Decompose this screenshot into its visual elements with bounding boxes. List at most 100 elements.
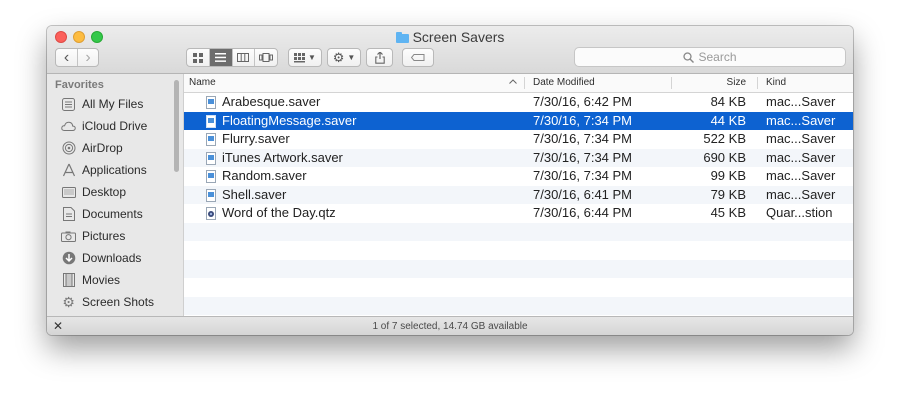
file-name: Flurry.saver (222, 131, 290, 146)
column-header-kind[interactable]: Kind (766, 74, 786, 92)
sidebar-item-label: Screen Shots (82, 295, 155, 309)
sidebar: Favorites All My Files iCloud Drive AirD… (47, 74, 184, 316)
file-kind: mac...Saver (766, 186, 836, 202)
file-kind: mac...Saver (766, 131, 836, 146)
column-divider[interactable] (524, 77, 525, 89)
share-button[interactable] (366, 48, 393, 67)
sidebar-item-label: iCloud Drive (82, 119, 148, 133)
file-rows: Arabesque.saver 7/30/16, 6:42 PM 84 KB m… (184, 93, 853, 315)
sidebar-item-applications[interactable]: Applications (61, 160, 179, 180)
action-button[interactable]: ⚙ ▼ (327, 48, 361, 67)
gear-icon: ⚙ (332, 49, 345, 65)
sidebar-item-movies[interactable]: Movies (61, 270, 179, 290)
film-icon (61, 273, 76, 288)
view-mode-control (186, 48, 278, 67)
file-date-modified: 7/30/16, 7:34 PM (533, 131, 633, 146)
sidebar-item-icloud-drive[interactable]: iCloud Drive (61, 116, 179, 136)
search-field[interactable]: Search (574, 47, 846, 67)
column-view-icon (237, 53, 250, 62)
file-name: Random.saver (222, 168, 307, 183)
chevron-down-icon: ▼ (347, 53, 356, 62)
search-placeholder: Search (698, 50, 737, 64)
file-size: 84 KB (710, 94, 746, 109)
file-kind: mac...Saver (766, 168, 836, 183)
desktop-icon (61, 185, 76, 200)
list-view-button[interactable] (208, 49, 232, 66)
applications-icon (61, 163, 76, 178)
sidebar-item-airdrop[interactable]: AirDrop (61, 138, 179, 158)
window-title: Screen Savers (47, 28, 853, 46)
column-header-name[interactable]: Name (189, 74, 519, 92)
back-button[interactable]: ‹ (56, 49, 77, 66)
sidebar-item-downloads[interactable]: Downloads (61, 248, 179, 268)
saver-file-icon (206, 96, 216, 109)
file-row[interactable]: Word of the Day.qtz 7/30/16, 6:44 PM 45 … (184, 204, 853, 223)
file-name: Word of the Day.qtz (222, 205, 336, 220)
empty-row (184, 296, 853, 315)
empty-row (184, 222, 853, 241)
file-row[interactable]: Arabesque.saver 7/30/16, 6:42 PM 84 KB m… (184, 93, 853, 112)
sidebar-item-screen-shots[interactable]: ⚙ Screen Shots (61, 292, 179, 312)
sidebar-item-label: Movies (82, 273, 121, 287)
tag-icon (411, 54, 425, 61)
empty-row (184, 259, 853, 278)
file-row[interactable]: Shell.saver 7/30/16, 6:41 PM 79 KB mac..… (184, 185, 853, 204)
folder-icon (395, 32, 409, 43)
file-name: Arabesque.saver (222, 94, 321, 109)
column-divider[interactable] (671, 77, 672, 89)
sidebar-item-desktop[interactable]: Desktop (61, 182, 179, 202)
sidebar-scrollbar[interactable] (174, 80, 179, 172)
all-files-icon (61, 97, 76, 112)
chevron-left-icon: ‹ (63, 48, 70, 66)
file-row[interactable]: Flurry.saver 7/30/16, 7:34 PM 522 KB mac… (184, 130, 853, 149)
title-bar: Screen Savers ‹ › ▼ ⚙ ▼ Search (47, 26, 853, 74)
window-title-text: Screen Savers (412, 29, 505, 45)
camera-icon (61, 229, 76, 244)
arrange-button[interactable]: ▼ (288, 48, 322, 67)
sidebar-item-pictures[interactable]: Pictures (61, 226, 179, 246)
column-header-row: Name Date Modified Size Kind (184, 74, 853, 93)
file-kind: mac...Saver (766, 149, 836, 165)
file-name: Shell.saver (222, 186, 287, 202)
file-name: iTunes Artwork.saver (222, 149, 343, 165)
list-view-icon (215, 53, 227, 62)
file-row-selected[interactable]: FloatingMessage.saver 7/30/16, 7:34 PM 4… (184, 111, 853, 130)
icon-view-button[interactable] (187, 49, 209, 66)
cover-flow-view-button[interactable] (254, 49, 277, 66)
file-row[interactable]: Random.saver 7/30/16, 7:34 PM 99 KB mac.… (184, 167, 853, 186)
sidebar-item-label: Applications (82, 163, 147, 177)
file-date-modified: 7/30/16, 6:42 PM (533, 94, 633, 109)
file-list: Name Date Modified Size Kind Arabesque.s… (184, 74, 853, 316)
sidebar-item-label: Desktop (82, 185, 127, 199)
chevron-down-icon: ▼ (308, 53, 316, 62)
forward-button[interactable]: › (76, 48, 98, 66)
file-size: 690 KB (703, 149, 746, 165)
empty-row (184, 278, 853, 297)
icon-view-icon (192, 52, 203, 63)
column-header-size[interactable]: Size (727, 74, 746, 92)
sidebar-item-documents[interactable]: Documents (61, 204, 179, 224)
sidebar-heading-favorites: Favorites (55, 79, 104, 91)
sort-ascending-icon (509, 74, 517, 92)
chevron-right-icon: › (85, 48, 91, 66)
back-forward-control: ‹ › (55, 48, 99, 67)
gear-icon: ⚙ (62, 293, 75, 310)
sidebar-item-label: AirDrop (82, 141, 123, 155)
file-date-modified: 7/30/16, 7:34 PM (533, 168, 633, 183)
column-view-button[interactable] (231, 49, 254, 66)
column-header-date-modified[interactable]: Date Modified (533, 74, 595, 92)
file-kind: mac...Saver (766, 94, 836, 109)
file-row[interactable]: iTunes Artwork.saver 7/30/16, 7:34 PM 69… (184, 148, 853, 167)
saver-file-icon (206, 170, 216, 183)
file-size: 44 KB (710, 112, 746, 128)
file-date-modified: 7/30/16, 7:34 PM (533, 149, 633, 165)
file-size: 99 KB (710, 168, 746, 183)
column-divider[interactable] (757, 77, 758, 89)
download-icon (61, 251, 76, 266)
sidebar-item-all-my-files[interactable]: All My Files (61, 94, 179, 114)
edit-tags-button[interactable] (402, 48, 434, 67)
sidebar-item-label: Documents (82, 207, 143, 221)
airdrop-icon (61, 141, 76, 156)
arrange-grid-icon (294, 52, 306, 62)
sidebar-item-label: Pictures (82, 229, 126, 243)
